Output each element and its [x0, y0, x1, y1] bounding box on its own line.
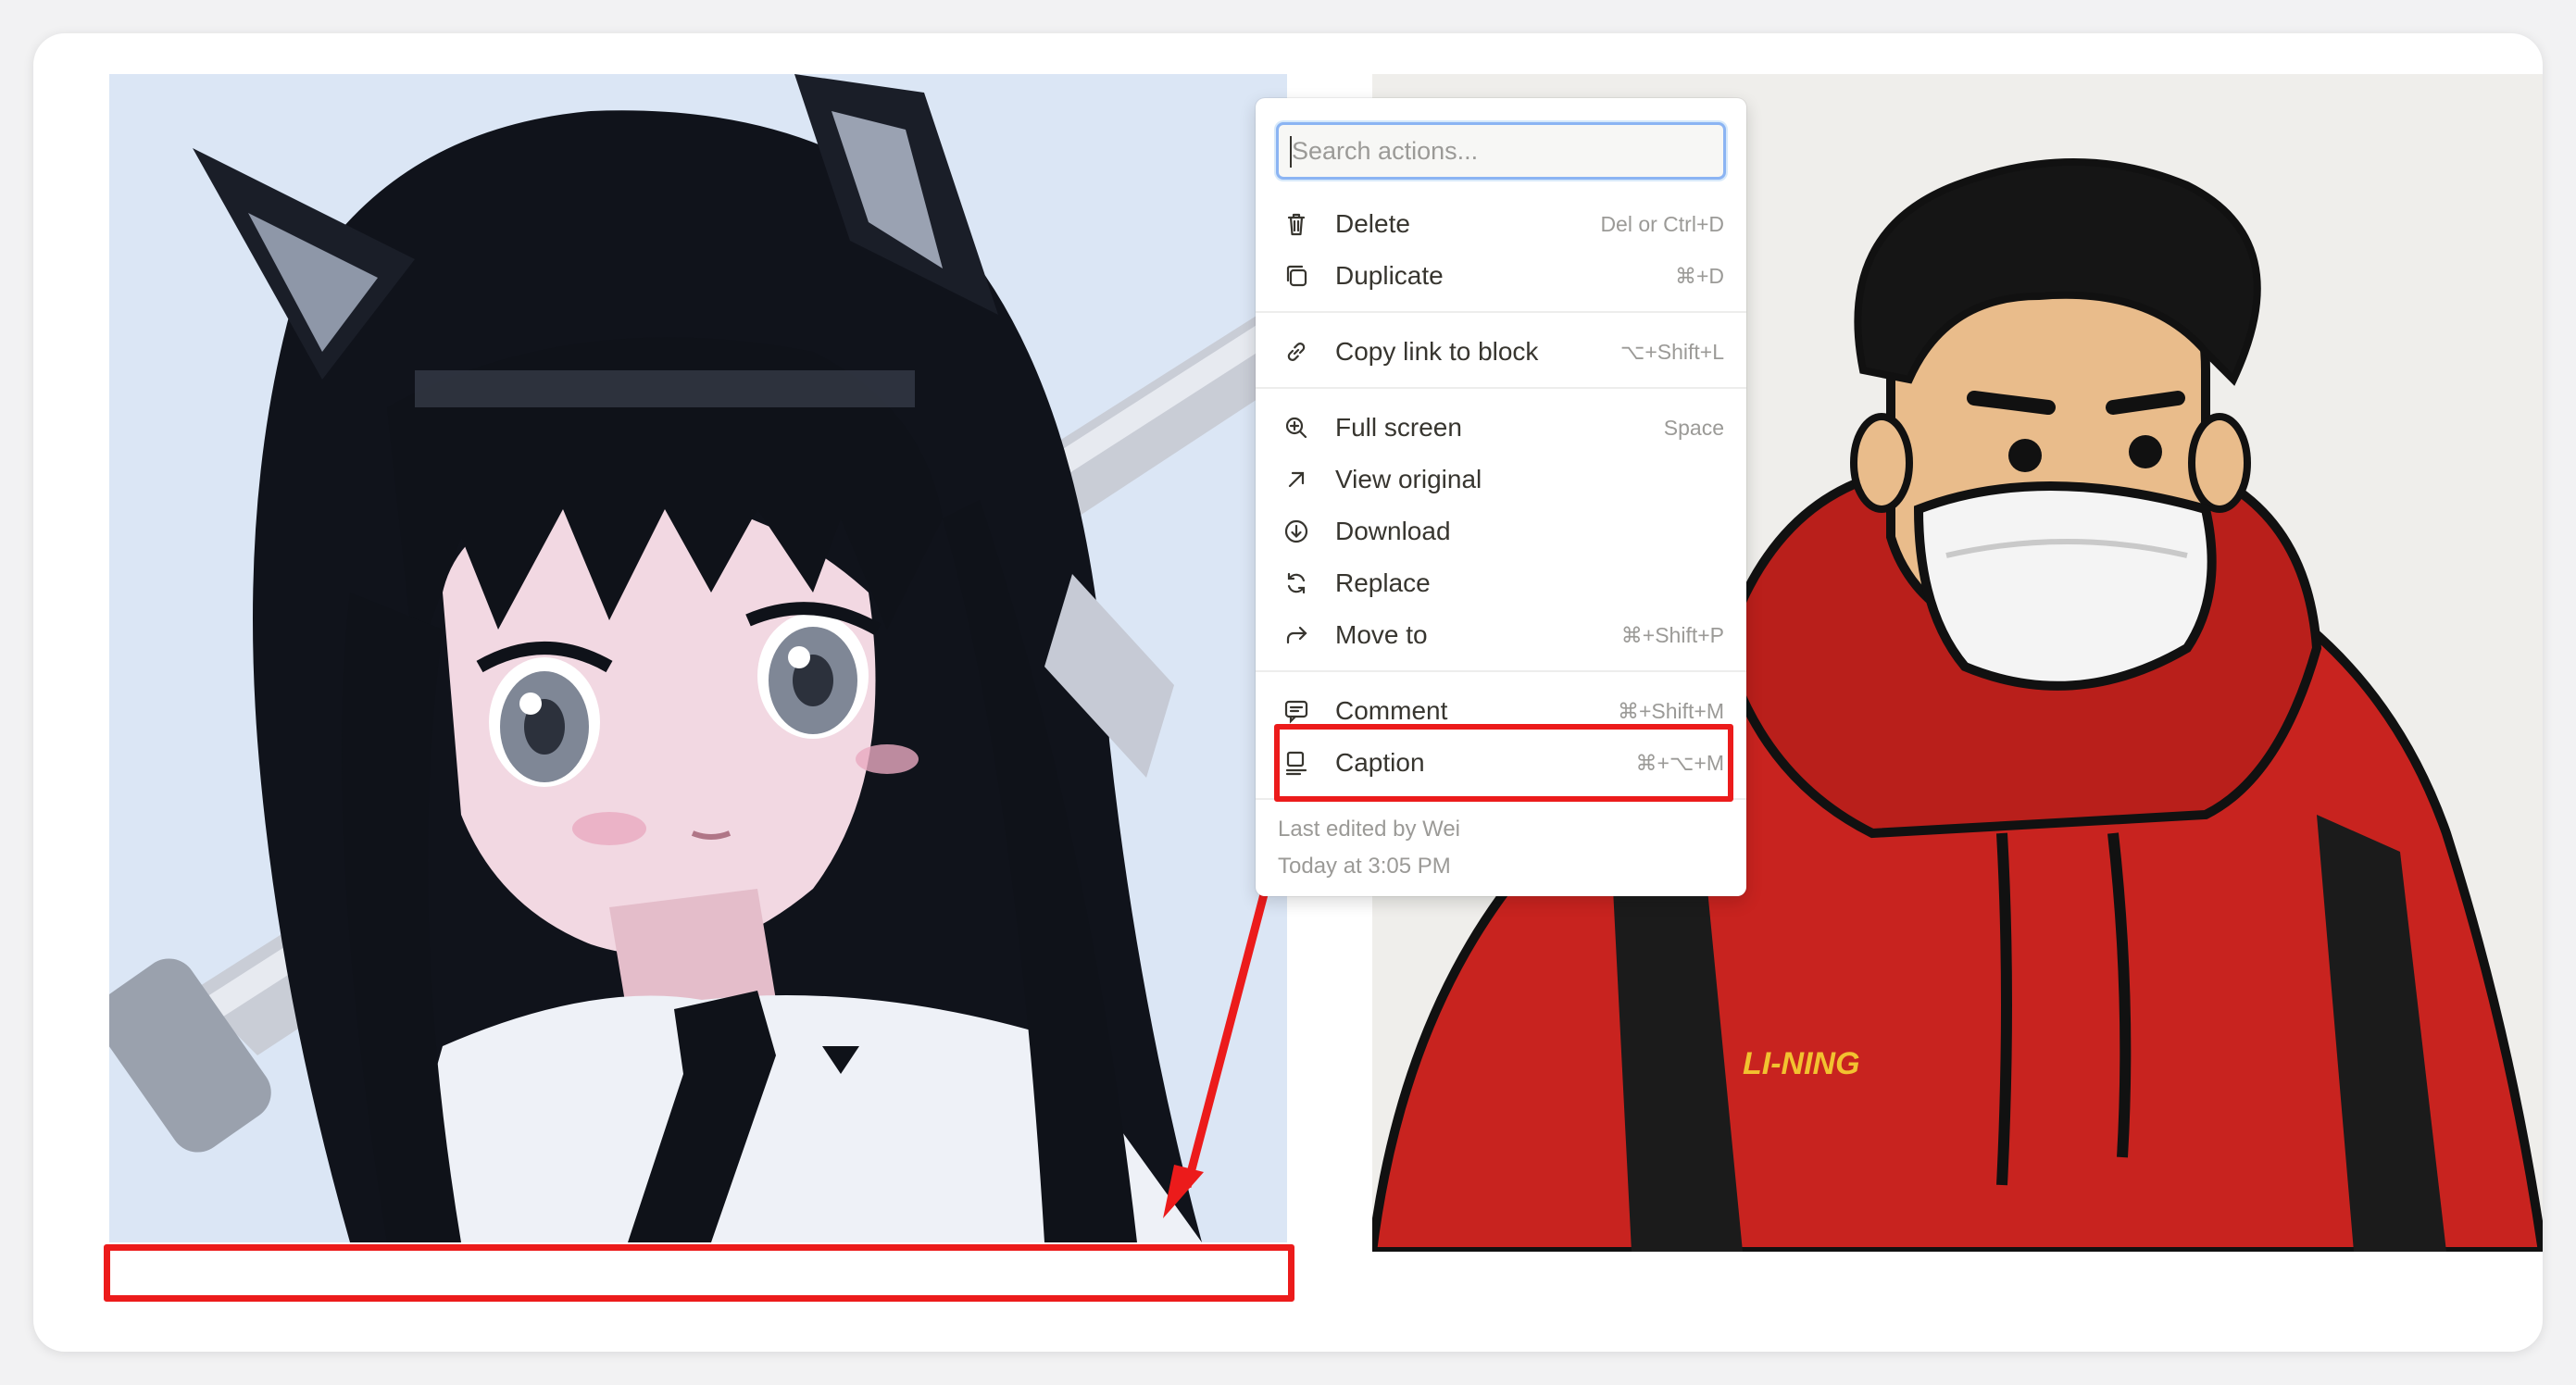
- search-field[interactable]: [1276, 122, 1726, 180]
- delete-label: Delete: [1335, 209, 1410, 238]
- move-arrow-icon: [1280, 618, 1313, 652]
- duplicate-label: Duplicate: [1335, 261, 1444, 290]
- menu-item-move-to[interactable]: Move to ⌘+Shift+P: [1274, 611, 1732, 659]
- download-label: Download: [1335, 517, 1451, 545]
- comment-icon: [1280, 694, 1313, 728]
- last-edited-time: Today at 3:05 PM: [1278, 854, 1451, 879]
- search-actions-input[interactable]: [1288, 132, 1718, 169]
- menu-item-duplicate[interactable]: Duplicate ⌘+D: [1274, 252, 1732, 300]
- delete-shortcut: Del or Ctrl+D: [1600, 211, 1724, 236]
- replace-label: Replace: [1335, 568, 1431, 597]
- menu-item-copy-link[interactable]: Copy link to block ⌥+Shift+L: [1274, 328, 1732, 376]
- view-original-label: View original: [1335, 465, 1482, 493]
- anime-girl-illustration: [109, 74, 1287, 1242]
- menu-item-view-original[interactable]: View original: [1274, 455, 1732, 504]
- comment-shortcut: ⌘+Shift+M: [1617, 698, 1724, 723]
- comment-label: Comment: [1335, 696, 1448, 725]
- caption-annotation-box: [104, 1244, 1294, 1302]
- anime-girl-image[interactable]: [109, 74, 1287, 1242]
- menu-item-replace[interactable]: Replace: [1274, 559, 1732, 607]
- caption-highlight-box: [1274, 724, 1733, 802]
- arrow-up-right-icon: [1280, 463, 1313, 496]
- move-to-shortcut: ⌘+Shift+P: [1620, 622, 1724, 647]
- menu-divider: [1256, 670, 1746, 672]
- full-screen-shortcut: Space: [1663, 415, 1724, 440]
- link-icon: [1280, 335, 1313, 368]
- last-edited-by: Last edited by Wei: [1278, 817, 1461, 842]
- copy-link-shortcut: ⌥+Shift+L: [1619, 339, 1724, 364]
- full-screen-label: Full screen: [1335, 413, 1462, 442]
- menu-item-delete[interactable]: Delete Del or Ctrl+D: [1274, 200, 1732, 248]
- trash-icon: [1280, 207, 1313, 241]
- zoom-in-icon: [1280, 411, 1313, 444]
- text-caret: [1290, 136, 1292, 168]
- menu-divider: [1256, 311, 1746, 313]
- menu-item-download[interactable]: Download: [1274, 507, 1732, 555]
- move-to-label: Move to: [1335, 620, 1428, 649]
- copy-link-label: Copy link to block: [1335, 337, 1539, 366]
- download-icon: [1280, 515, 1313, 548]
- refresh-icon: [1280, 567, 1313, 600]
- menu-divider: [1256, 387, 1746, 389]
- duplicate-icon: [1280, 259, 1313, 293]
- li-ning-logo: LI-NING: [1743, 1046, 1860, 1081]
- menu-item-full-screen[interactable]: Full screen Space: [1274, 404, 1732, 452]
- duplicate-shortcut: ⌘+D: [1674, 263, 1724, 288]
